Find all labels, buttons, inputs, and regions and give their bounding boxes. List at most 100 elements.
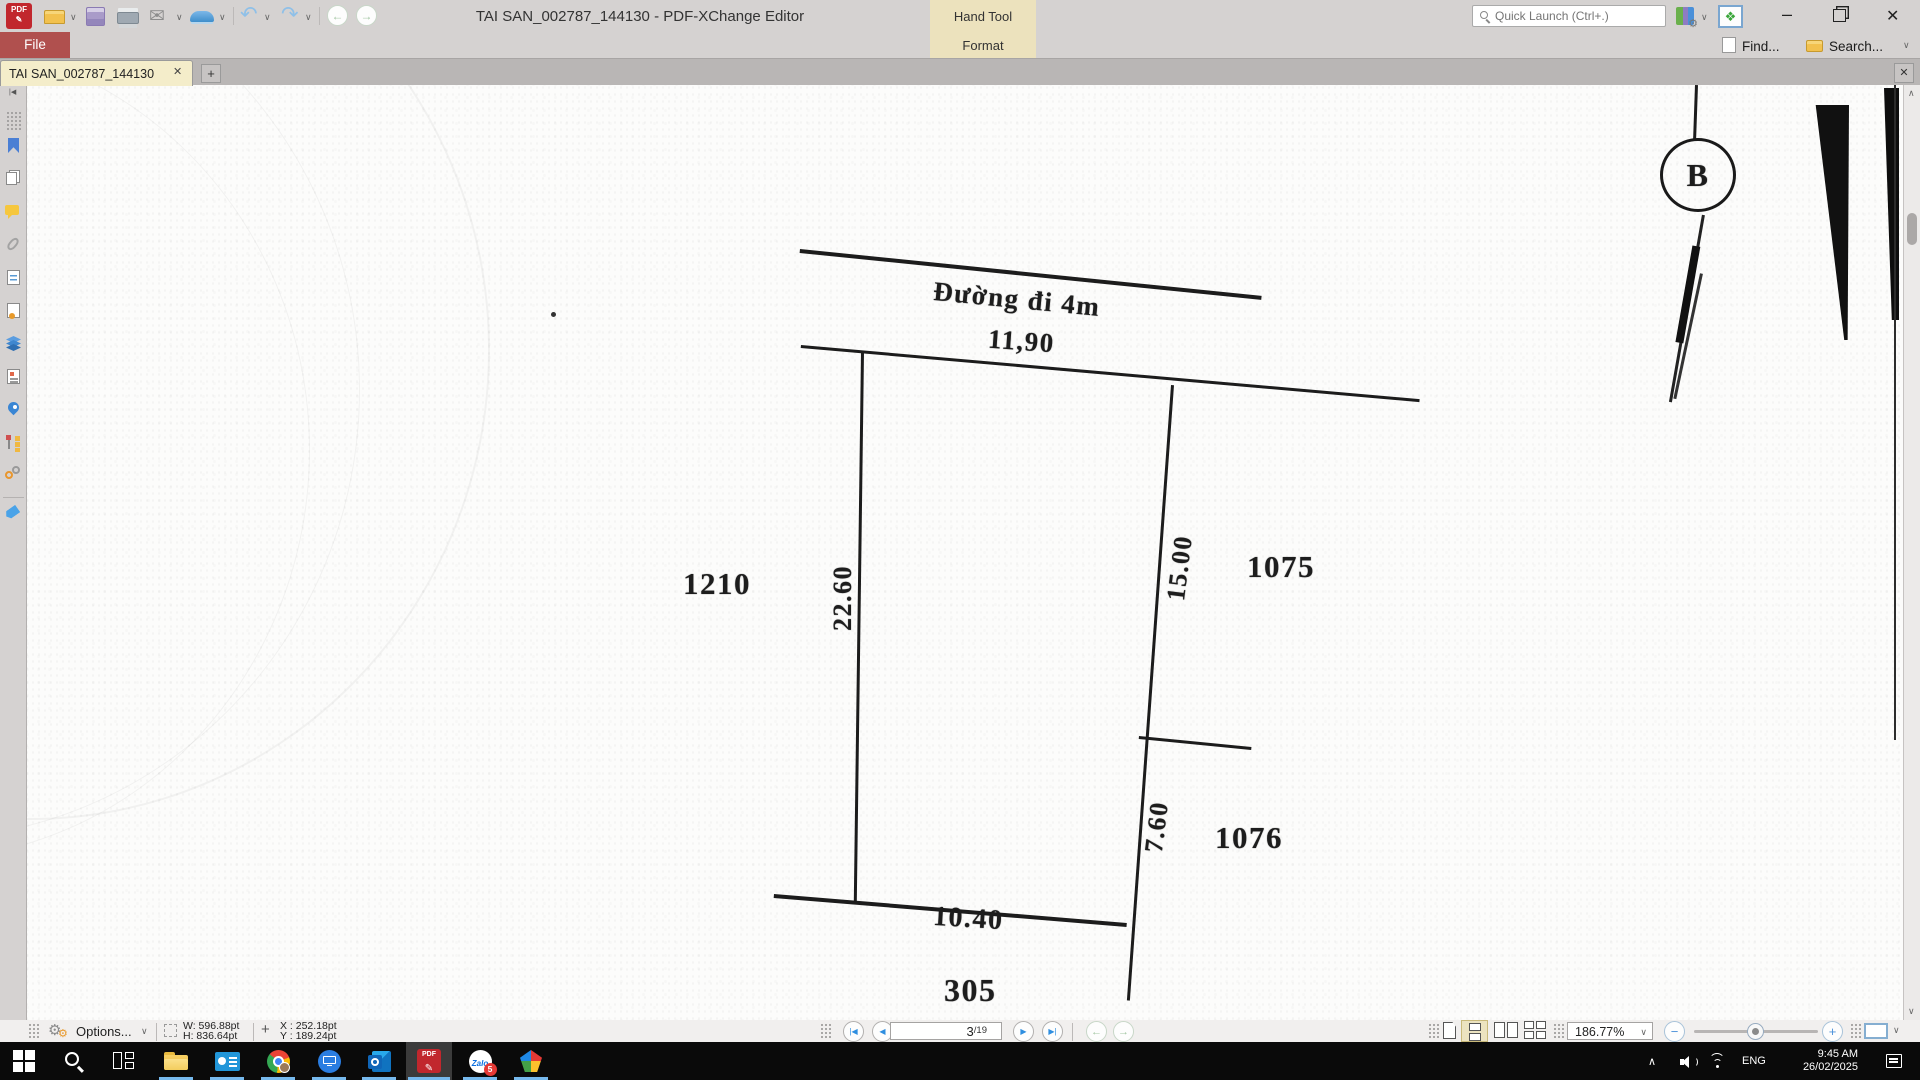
undo-icon[interactable]: ↶ <box>240 2 258 27</box>
scroll-up-icon[interactable]: ∧ <box>1908 88 1915 99</box>
last-page-button[interactable]: ▶| <box>1042 1021 1063 1042</box>
next-page-button[interactable]: ▶ <box>1013 1021 1034 1042</box>
content-pane-icon[interactable] <box>5 368 22 385</box>
search-button[interactable]: Search... <box>1829 39 1883 54</box>
close-document-button[interactable]: ✕ <box>1894 63 1914 83</box>
road-label: Đường đi 4m <box>932 276 1102 323</box>
redo-icon[interactable]: ↷ <box>281 2 299 27</box>
quick-launch-input[interactable] <box>1495 8 1660 24</box>
bookmarks-pane-icon[interactable] <box>5 137 22 154</box>
first-page-button[interactable]: |◀ <box>843 1021 864 1042</box>
tray-chevron-icon[interactable]: ∧ <box>1648 1055 1656 1068</box>
hand-tool-label[interactable]: Hand Tool <box>930 9 1036 24</box>
zoom-level-combo[interactable]: 186.77% ∨ <box>1567 1022 1653 1040</box>
vertical-scrollbar[interactable]: ∧ ∨ <box>1903 85 1920 1020</box>
signatures-pane-icon[interactable] <box>5 302 22 319</box>
page-number-input[interactable]: 3/19 <box>890 1022 1002 1040</box>
layout-single-page-button[interactable] <box>1443 1022 1456 1039</box>
task-view-button[interactable] <box>101 1042 147 1080</box>
comments-pane-icon[interactable] <box>5 203 22 220</box>
status-bar: ⚙ ⚙ Options... ∨ W: 596.88pt H: 836.64pt… <box>0 1020 1920 1042</box>
fields-tree-pane-icon[interactable] <box>5 434 22 451</box>
minimize-button[interactable]: – <box>1772 4 1802 25</box>
print-icon[interactable] <box>117 12 139 24</box>
chrome-button[interactable] <box>255 1042 301 1080</box>
open-file-icon[interactable] <box>44 10 65 24</box>
links-pane-icon[interactable] <box>5 465 22 482</box>
parcel-number-1075: 1075 <box>1247 549 1315 585</box>
toolbar-overflow-icon[interactable]: ∨ <box>1903 40 1910 51</box>
destinations-pane-icon[interactable] <box>5 401 22 418</box>
new-tab-button[interactable]: + <box>201 64 221 83</box>
clock[interactable]: 9:45 AM 26/02/2025 <box>1772 1048 1858 1074</box>
email-dropdown-icon[interactable]: ∨ <box>176 12 183 23</box>
attachments-pane-icon[interactable] <box>5 236 22 253</box>
restore-button[interactable] <box>1833 9 1846 22</box>
save-icon[interactable] <box>86 7 105 26</box>
undo-dropdown-icon[interactable]: ∨ <box>264 12 271 23</box>
taskbar-search-button[interactable] <box>51 1042 97 1080</box>
scan-dropdown-icon[interactable]: ∨ <box>219 12 226 23</box>
action-center-icon[interactable] <box>1886 1054 1902 1068</box>
news-app-button[interactable] <box>204 1042 250 1080</box>
view-history-forward-button[interactable]: → <box>1113 1021 1134 1042</box>
email-icon[interactable]: ✉ <box>149 5 165 28</box>
fields-pane-icon[interactable] <box>5 269 22 286</box>
document-tab-close-icon[interactable]: ✕ <box>173 65 182 78</box>
windows-taskbar: PDF✎ Zalo 5 ∧ ENG 9:45 AM 26/02/2025 <box>0 1042 1920 1080</box>
page-current: 3 <box>967 1024 974 1039</box>
zalo-button[interactable]: Zalo 5 <box>457 1042 503 1080</box>
thumbnails-pane-icon[interactable] <box>5 170 22 187</box>
zoom-slider-thumb[interactable] <box>1747 1023 1764 1040</box>
node-b-line-top <box>1693 85 1697 140</box>
pdf-xchange-button[interactable]: PDF✎ <box>406 1042 452 1080</box>
dim-left: 22.60 <box>828 558 858 638</box>
find-button[interactable]: Find... <box>1742 39 1780 54</box>
options-dropdown-icon[interactable]: ∨ <box>141 1026 148 1037</box>
node-b-circle: B <box>1660 138 1736 212</box>
scan-icon[interactable] <box>190 11 214 22</box>
open-file-dropdown-icon[interactable]: ∨ <box>70 12 77 23</box>
options-button[interactable]: Options... <box>76 1024 132 1039</box>
named-destinations-tag-icon[interactable] <box>5 505 22 522</box>
outlook-button[interactable] <box>356 1042 402 1080</box>
document-tab[interactable]: TAI SAN_002787_144130 ✕ <box>0 60 193 86</box>
history-forward-icon[interactable]: → <box>356 5 377 26</box>
photos-app-button[interactable] <box>508 1042 554 1080</box>
fit-page-button[interactable] <box>1864 1023 1888 1039</box>
quick-launch-box[interactable] <box>1472 5 1666 27</box>
fit-page-dropdown-icon[interactable]: ∨ <box>1893 1025 1900 1036</box>
start-button[interactable] <box>1 1042 47 1080</box>
scroll-down-icon[interactable]: ∨ <box>1908 1006 1915 1017</box>
menu-file[interactable]: File <box>0 32 70 58</box>
format-tab-label[interactable]: Format <box>930 38 1036 53</box>
scrollbar-thumb[interactable] <box>1907 213 1917 245</box>
network-icon[interactable] <box>1708 1054 1726 1069</box>
customize-toolbars-icon[interactable]: ⚙ <box>1676 7 1694 25</box>
zoom-out-button[interactable]: − <box>1664 1021 1685 1042</box>
zoom-in-button[interactable]: + <box>1822 1021 1843 1042</box>
file-explorer-button[interactable] <box>153 1042 199 1080</box>
close-button[interactable]: ✕ <box>1886 6 1899 26</box>
search-icon <box>1480 11 1488 19</box>
selection-size-readout: W: 596.88pt H: 836.64pt <box>183 1021 239 1041</box>
layout-two-pages-button[interactable] <box>1494 1022 1520 1039</box>
layout-continuous-button[interactable] <box>1461 1020 1488 1042</box>
history-back-icon[interactable]: ← <box>327 5 348 26</box>
pdf-page-canvas[interactable]: Đường đi 4m 11,90 22.60 15.00 7.60 10.40… <box>0 0 1920 1080</box>
volume-icon[interactable] <box>1680 1055 1698 1069</box>
view-history-back-button[interactable]: ← <box>1086 1021 1107 1042</box>
customize-dropdown-icon[interactable]: ∨ <box>1701 12 1708 23</box>
document-tab-label[interactable]: TAI SAN_002787_144130 <box>9 67 154 81</box>
layout-two-pages-continuous-button[interactable] <box>1524 1021 1548 1041</box>
remote-desktop-app-button[interactable] <box>306 1042 352 1080</box>
language-indicator[interactable]: ENG <box>1742 1055 1766 1067</box>
redo-dropdown-icon[interactable]: ∨ <box>305 12 312 23</box>
collapse-pane-icon[interactable]: |◀ <box>9 88 16 96</box>
fullscreen-icon[interactable]: ❖ <box>1718 5 1743 28</box>
cursor-position-readout: X : 252.18pt Y : 189.24pt <box>280 1021 337 1041</box>
layers-pane-icon[interactable] <box>5 335 22 352</box>
cursor-position-icon: + <box>261 1021 270 1038</box>
dim-right-lower: 7.60 <box>1138 795 1175 858</box>
context-tab-hand-tool[interactable]: Hand Tool Format <box>930 0 1036 58</box>
